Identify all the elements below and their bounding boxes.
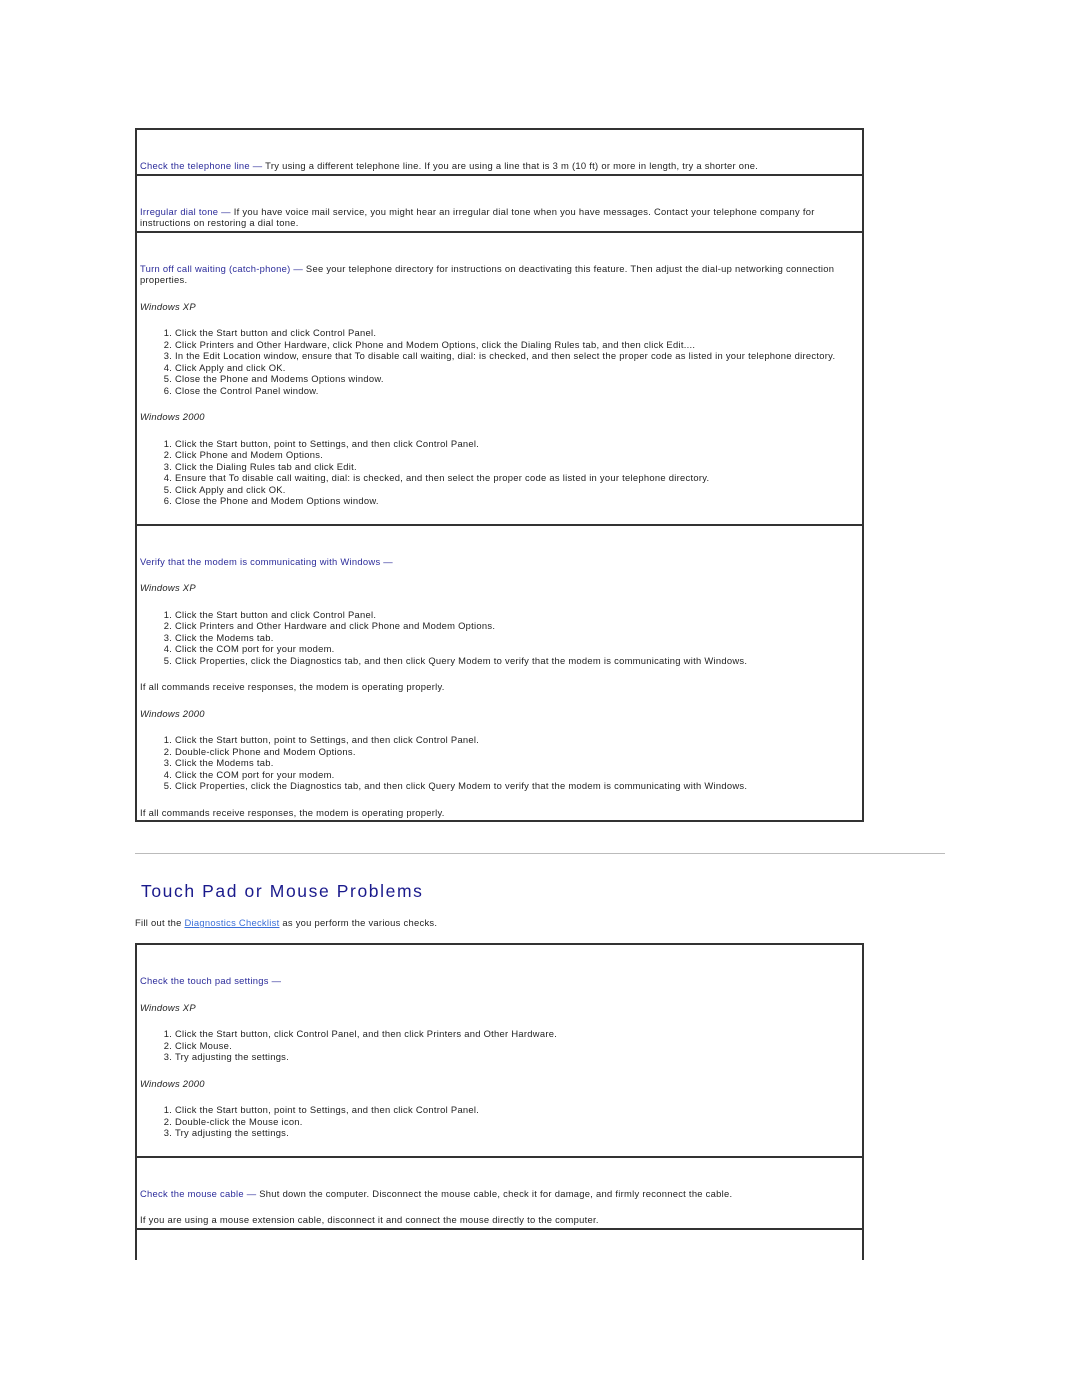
- telephone-line-row: Check the telephone line — Try using a d…: [137, 130, 862, 176]
- step-item: Click the COM port for your modem.: [175, 769, 858, 781]
- verify-modem-row: Verify that the modem is communicating w…: [137, 526, 862, 822]
- w2k-steps-list: Click the Start button, point to Setting…: [140, 1104, 858, 1139]
- mouse-troubleshooting-table: Check the touch pad settings — Windows X…: [135, 943, 864, 1260]
- step-item: Click Apply and click OK.: [175, 484, 858, 496]
- windows-2000-label: Windows 2000: [140, 1077, 205, 1089]
- step-item: Click the Modems tab.: [175, 757, 858, 769]
- step-item: Click the Modems tab.: [175, 632, 858, 644]
- xp-steps-list: Click the Start button and click Control…: [140, 327, 858, 396]
- step-item: Click the COM port for your modem.: [175, 643, 858, 655]
- step-item: Try adjusting the settings.: [175, 1051, 858, 1063]
- mouse-cable-text: Shut down the computer. Disconnect the m…: [256, 1187, 733, 1199]
- mouse-cable-heading: Check the mouse cable —: [140, 1187, 257, 1199]
- step-item: Click the Start button, point to Setting…: [175, 1104, 858, 1116]
- dial-tone-heading: Irregular dial tone —: [140, 205, 231, 217]
- step-item: Click the Start button and click Control…: [175, 327, 858, 339]
- step-item: Click Apply and click OK.: [175, 362, 858, 374]
- step-item: Click Properties, click the Diagnostics …: [175, 780, 858, 792]
- windows-2000-label: Windows 2000: [140, 707, 205, 719]
- telephone-line-text: Try using a different telephone line. If…: [262, 160, 759, 171]
- call-waiting-heading: Turn off call waiting (catch-phone) —: [140, 262, 304, 274]
- verify-modem-heading: Verify that the modem is communicating w…: [140, 555, 393, 567]
- intro-text-end: as you perform the various checks.: [279, 917, 438, 928]
- step-item: Click the Start button, click Control Pa…: [175, 1028, 858, 1040]
- w2k-steps-list: Click the Start button, point to Setting…: [140, 438, 858, 507]
- step-item: Close the Phone and Modems Options windo…: [175, 373, 858, 385]
- telephone-line-heading: Check the telephone line —: [140, 160, 263, 171]
- empty-row: [137, 1230, 862, 1260]
- step-item: Click Printers and Other Hardware and cl…: [175, 620, 858, 632]
- windows-xp-label: Windows XP: [140, 582, 196, 593]
- step-item: Click Properties, click the Diagnostics …: [175, 655, 858, 667]
- step-item: Try adjusting the settings.: [175, 1127, 858, 1139]
- windows-xp-label: Windows XP: [140, 1001, 196, 1013]
- step-item: Click Phone and Modem Options.: [175, 449, 858, 461]
- xp-steps-list: Click the Start button and click Control…: [140, 609, 858, 667]
- section-title: Touch Pad or Mouse Problems: [141, 881, 424, 901]
- step-item: Click the Start button, point to Setting…: [175, 734, 858, 746]
- intro-text: Fill out the: [135, 917, 185, 928]
- dial-tone-row: Irregular dial tone — If you have voice …: [137, 176, 862, 233]
- modem-troubleshooting-table: Check the telephone line — Try using a d…: [135, 128, 864, 822]
- step-item: Ensure that To disable call waiting, dia…: [175, 472, 858, 484]
- step-item: In the Edit Location window, ensure that…: [175, 350, 858, 362]
- step-item: Close the Phone and Modem Options window…: [175, 495, 858, 507]
- diagnostics-checklist-link[interactable]: Diagnostics Checklist: [185, 917, 280, 928]
- step-item: Close the Control Panel window.: [175, 385, 858, 397]
- w2k-result-text: If all commands receive responses, the m…: [140, 806, 445, 818]
- step-item: Click Printers and Other Hardware, click…: [175, 339, 858, 351]
- touch-pad-row: Check the touch pad settings — Windows X…: [137, 945, 862, 1158]
- call-waiting-row: Turn off call waiting (catch-phone) — Se…: [137, 233, 862, 526]
- windows-xp-label: Windows XP: [140, 300, 196, 312]
- w2k-steps-list: Click the Start button, point to Setting…: [140, 734, 858, 792]
- step-item: Click the Dialing Rules tab and click Ed…: [175, 461, 858, 473]
- extension-cable-text: If you are using a mouse extension cable…: [140, 1214, 599, 1225]
- touch-pad-heading: Check the touch pad settings —: [140, 975, 282, 986]
- step-item: Click Mouse.: [175, 1040, 858, 1052]
- dial-tone-text: If you have voice mail service, you migh…: [140, 205, 815, 229]
- step-item: Double-click the Mouse icon.: [175, 1116, 858, 1128]
- mouse-cable-row: Check the mouse cable — Shut down the co…: [137, 1158, 862, 1230]
- section-intro: Fill out the Diagnostics Checklist as yo…: [135, 917, 437, 929]
- section-divider: [135, 853, 945, 854]
- step-item: Click the Start button and click Control…: [175, 609, 858, 621]
- xp-result-text: If all commands receive responses, the m…: [140, 681, 445, 692]
- xp-steps-list: Click the Start button, click Control Pa…: [140, 1028, 858, 1063]
- step-item: Double-click Phone and Modem Options.: [175, 746, 858, 758]
- windows-2000-label: Windows 2000: [140, 411, 205, 422]
- step-item: Click the Start button, point to Setting…: [175, 438, 858, 450]
